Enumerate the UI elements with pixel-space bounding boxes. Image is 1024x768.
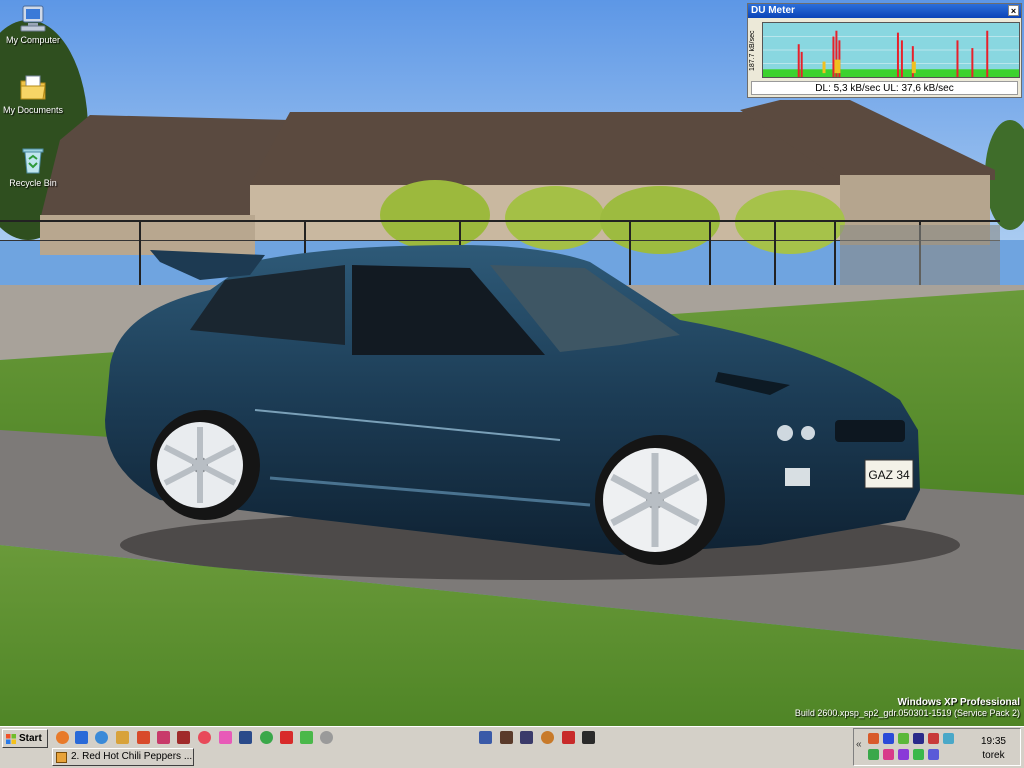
tray-icon[interactable] (898, 749, 909, 760)
my-computer-icon (20, 5, 46, 32)
windows-flag-icon (6, 734, 16, 744)
tray-icon[interactable] (943, 733, 954, 744)
desktop-icon-my-computer[interactable]: My Computer (0, 2, 66, 45)
pdf-icon[interactable] (280, 731, 293, 744)
desktop-icon-recycle-bin[interactable]: Recycle Bin (0, 145, 66, 188)
shortcut-icon[interactable] (520, 731, 533, 744)
recycle-bin-icon (22, 148, 44, 174)
desktop: GAZ 34 My Computer My Documents Recycle … (0, 0, 1024, 726)
shortcut-icon[interactable] (582, 731, 595, 744)
shortcut-icon[interactable] (177, 731, 190, 744)
du-meter-title: DU Meter (751, 5, 795, 16)
shortcut-icon[interactable] (198, 731, 211, 744)
clock-day: torek (982, 750, 1005, 761)
start-label: Start (19, 733, 42, 744)
tray-icon[interactable] (898, 733, 909, 744)
tray-icon[interactable] (913, 733, 924, 744)
tray-icon[interactable] (913, 749, 924, 760)
tray-icon[interactable] (868, 733, 879, 744)
tray-expand-chevron[interactable]: « (856, 739, 862, 750)
taskbar: Start 2. Red Hot Chili Peppers ... « 19:… (0, 726, 1024, 768)
taskbar-clock[interactable]: 19:35 torek (981, 735, 1006, 763)
du-meter-status: DL: 5,3 kB/sec UL: 37,6 kB/sec (751, 81, 1018, 95)
windows-version-line2: Build 2600.xpsp_sp2_gdr.050301-1519 (Ser… (794, 708, 1020, 718)
firefox-icon[interactable] (56, 731, 69, 744)
wallpaper-car-photo: GAZ 34 (0, 0, 1024, 726)
internet-explorer-icon[interactable] (75, 731, 88, 744)
tray-icon[interactable] (868, 749, 879, 760)
taskbar-button-winamp[interactable]: 2. Red Hot Chili Peppers ... (52, 748, 194, 766)
windows-version-line1: Windows XP Professional (897, 697, 1020, 708)
close-icon[interactable]: × (1008, 5, 1019, 16)
system-tray: « 19:35 torek (853, 728, 1021, 766)
my-documents-icon (20, 75, 46, 100)
shortcut-icon[interactable] (239, 731, 252, 744)
desktop-icon-label: My Documents (2, 105, 64, 115)
shortcut-icon[interactable] (300, 731, 313, 744)
desktop-icon-label: My Computer (5, 35, 60, 45)
clock-time: 19:35 (980, 736, 1006, 747)
shortcut-icon[interactable] (320, 731, 333, 744)
desktop-icon-my-documents[interactable]: My Documents (0, 72, 66, 115)
shortcut-icon[interactable] (219, 731, 232, 744)
svg-text:GAZ 34: GAZ 34 (868, 468, 910, 482)
globe-icon[interactable] (95, 731, 108, 744)
tray-icon[interactable] (883, 733, 894, 744)
winamp-icon (56, 752, 67, 763)
shortcut-icon[interactable] (116, 731, 129, 744)
tray-icon[interactable] (928, 749, 939, 760)
du-meter-graph (762, 22, 1020, 78)
taskbar-button-label: 2. Red Hot Chili Peppers ... (71, 751, 193, 762)
desktop-icon-label: Recycle Bin (9, 178, 57, 188)
shortcut-icon[interactable] (541, 731, 554, 744)
tray-icon[interactable] (883, 749, 894, 760)
tray-icon[interactable] (928, 733, 939, 744)
start-button[interactable]: Start (2, 729, 48, 748)
du-meter-window[interactable]: DU Meter × 187.7 kB/sec DL: 5,3 kB/sec U… (747, 3, 1022, 98)
shortcut-icon[interactable] (157, 731, 170, 744)
shortcut-icon[interactable] (500, 731, 513, 744)
shortcut-icon[interactable] (137, 731, 150, 744)
windows-version-watermark: Windows XP Professional Build 2600.xpsp_… (795, 697, 1020, 718)
shortcut-icon[interactable] (479, 731, 492, 744)
shortcut-icon[interactable] (260, 731, 273, 744)
du-meter-titlebar[interactable]: DU Meter × (748, 4, 1021, 18)
shortcut-icon[interactable] (562, 731, 575, 744)
du-meter-y-axis-label: 187.7 kB/sec (749, 30, 756, 72)
